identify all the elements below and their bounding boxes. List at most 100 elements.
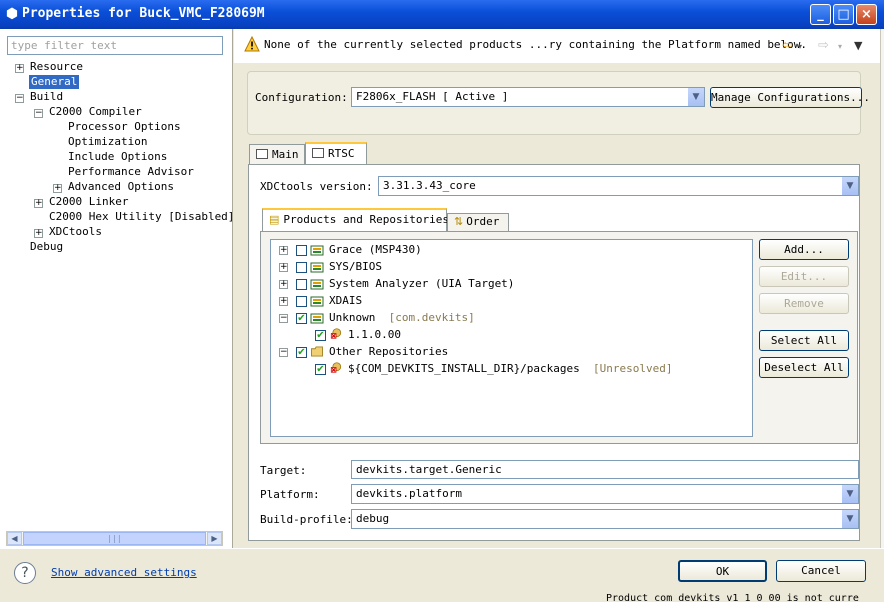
tree-item-general[interactable]: General xyxy=(29,75,80,89)
filter-input[interactable]: type filter text xyxy=(7,36,223,55)
message-bar: None of the currently selected products … xyxy=(234,29,884,63)
tab-rtsc-label: RTSC xyxy=(328,147,355,160)
scroll-right-icon[interactable]: ▶ xyxy=(207,532,222,545)
product-xdais: XDAIS xyxy=(329,294,363,307)
tab-main[interactable]: Main xyxy=(249,144,305,165)
forward-arrow-icon[interactable]: ⇨ xyxy=(818,38,829,53)
expand-icon[interactable]: + xyxy=(34,229,43,238)
tab-order[interactable]: ⇅ Order xyxy=(447,213,509,232)
back-arrow-icon[interactable]: ⇦ xyxy=(782,38,793,53)
tab-main-label: Main xyxy=(272,148,299,161)
expand-icon[interactable]: + xyxy=(279,297,288,306)
products-panel: + Grace (MSP430) + SYS/BIOS + System Ana… xyxy=(260,231,858,444)
vertical-scrollbar[interactable] xyxy=(880,29,884,548)
version-checkbox[interactable]: ✔ xyxy=(315,330,326,341)
product-icon xyxy=(310,279,324,290)
product-grace: Grace (MSP430) xyxy=(329,243,422,256)
xdais-checkbox[interactable] xyxy=(296,296,307,307)
tree-item-optimization[interactable]: Optimization xyxy=(68,135,147,149)
show-advanced-settings-link[interactable]: Show advanced settings xyxy=(51,566,197,579)
tree-item-c2000-compiler[interactable]: C2000 Compiler xyxy=(49,105,142,119)
back-dropdown-icon[interactable]: ▾ xyxy=(798,42,802,51)
tree-item-c2000-linker[interactable]: C2000 Linker xyxy=(49,195,128,209)
tree-item-xdctools[interactable]: XDCtools xyxy=(49,225,102,239)
preference-tree-pane: type filter text + Resource General − Bu… xyxy=(0,29,234,548)
chevron-down-icon[interactable]: ▼ xyxy=(841,177,858,195)
expand-icon[interactable]: + xyxy=(279,246,288,255)
forward-dropdown-icon[interactable]: ▾ xyxy=(838,42,842,51)
tree-item-resource[interactable]: Resource xyxy=(30,60,83,74)
order-icon: ⇅ xyxy=(454,215,464,228)
tree-item-c2000-hex-utility[interactable]: C2000 Hex Utility [Disabled] xyxy=(49,210,234,224)
platform-label: Platform: xyxy=(260,488,320,501)
view-menu-icon[interactable]: ▼ xyxy=(854,39,862,52)
dialog-footer: ? Show advanced settings OK Cancel Produ… xyxy=(0,548,884,603)
target-label: Target: xyxy=(260,464,307,477)
scroll-thumb[interactable]: ||| xyxy=(23,532,206,545)
tree-item-performance-advisor[interactable]: Performance Advisor xyxy=(68,165,194,179)
tab-rtsc[interactable]: RTSC xyxy=(305,142,367,165)
title-bar[interactable]: ⬢ Properties for Buck_VMC_F28069M _ □ × xyxy=(0,0,884,29)
tab-products-repositories[interactable]: ▤ Products and Repositories xyxy=(262,208,449,232)
collapse-icon[interactable]: − xyxy=(34,109,43,118)
tree-item-debug[interactable]: Debug xyxy=(30,240,63,254)
product-icon xyxy=(310,262,324,273)
target-field[interactable]: devkits.target.Generic xyxy=(351,460,859,479)
expand-icon[interactable]: + xyxy=(34,199,43,208)
sysbios-checkbox[interactable] xyxy=(296,262,307,273)
product-unknown: Unknown [com.devkits] xyxy=(329,311,475,324)
package-error-icon xyxy=(330,362,342,373)
warning-message: None of the currently selected products … xyxy=(264,38,808,51)
minimize-button[interactable]: _ xyxy=(810,4,831,25)
collapse-icon[interactable]: − xyxy=(279,348,288,357)
xdctools-version-combo[interactable]: 3.31.3.43_core ▼ xyxy=(378,176,859,196)
maximize-button[interactable]: □ xyxy=(833,4,854,25)
warning-icon xyxy=(244,36,260,52)
select-all-button[interactable]: Select All xyxy=(759,330,849,351)
chevron-down-icon[interactable]: ▼ xyxy=(687,88,704,106)
horizontal-scrollbar[interactable]: ◀ ||| ▶ xyxy=(6,531,223,546)
product-system-analyzer: System Analyzer (UIA Target) xyxy=(329,277,515,290)
tree-item-include-options[interactable]: Include Options xyxy=(68,150,167,164)
window-title: Properties for Buck_VMC_F28069M xyxy=(22,6,265,21)
tree-item-advanced-options[interactable]: Advanced Options xyxy=(68,180,174,194)
remove-button[interactable]: Remove xyxy=(759,293,849,314)
expand-icon[interactable]: + xyxy=(279,280,288,289)
help-icon[interactable]: ? xyxy=(14,562,36,584)
ok-button[interactable]: OK xyxy=(678,560,767,582)
collapse-icon[interactable]: − xyxy=(15,94,24,103)
chevron-down-icon[interactable]: ▼ xyxy=(841,510,858,528)
scroll-left-icon[interactable]: ◀ xyxy=(7,532,22,545)
add-button[interactable]: Add... xyxy=(759,239,849,260)
product-unknown-label: Unknown xyxy=(329,311,376,324)
repository-path-label: ${COM_DEVKITS_INSTALL_DIR}/packages xyxy=(348,362,580,375)
products-tree[interactable]: + Grace (MSP430) + SYS/BIOS + System Ana… xyxy=(270,239,753,437)
expand-icon[interactable]: + xyxy=(53,184,62,193)
repository-icon: ▤ xyxy=(269,213,280,226)
manage-configurations-button[interactable]: Manage Configurations... xyxy=(710,87,870,108)
cancel-button[interactable]: Cancel xyxy=(776,560,866,582)
other-repositories-checkbox[interactable]: ✔ xyxy=(296,347,307,358)
configuration-combo[interactable]: F2806x_FLASH [ Active ] ▼ xyxy=(351,87,705,107)
properties-dialog: ⬢ Properties for Buck_VMC_F28069M _ □ × … xyxy=(0,0,884,603)
collapse-icon[interactable]: − xyxy=(279,314,288,323)
product-unknown-id: [com.devkits] xyxy=(388,311,475,324)
close-button[interactable]: × xyxy=(856,4,877,25)
system-analyzer-checkbox[interactable] xyxy=(296,279,307,290)
grace-checkbox[interactable] xyxy=(296,245,307,256)
tree-item-build[interactable]: Build xyxy=(30,90,63,104)
repository-path-checkbox[interactable]: ✔ xyxy=(315,364,326,375)
folder-icon xyxy=(311,346,323,357)
build-profile-combo[interactable]: debug ▼ xyxy=(351,509,859,529)
expand-icon[interactable]: + xyxy=(279,263,288,272)
edit-button[interactable]: Edit... xyxy=(759,266,849,287)
configuration-value: F2806x_FLASH [ Active ] xyxy=(356,90,509,103)
unknown-checkbox[interactable]: ✔ xyxy=(296,313,307,324)
deselect-all-button[interactable]: Deselect All xyxy=(759,357,849,378)
product-icon xyxy=(310,245,324,256)
expand-icon[interactable]: + xyxy=(15,64,24,73)
platform-combo[interactable]: devkits.platform ▼ xyxy=(351,484,859,504)
main-tab-icon xyxy=(256,149,268,159)
tree-item-processor-options[interactable]: Processor Options xyxy=(68,120,181,134)
chevron-down-icon[interactable]: ▼ xyxy=(841,485,858,503)
